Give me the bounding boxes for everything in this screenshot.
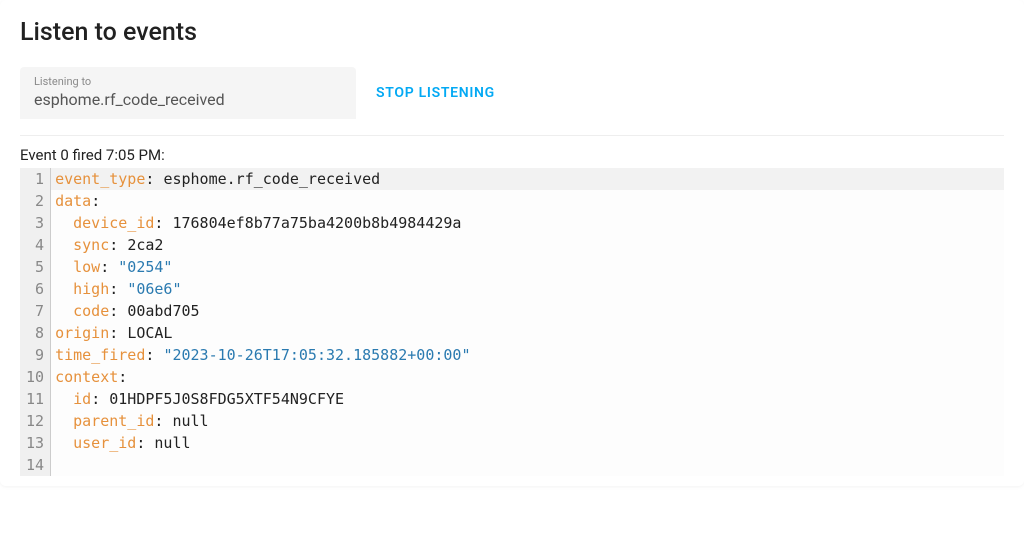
event-input[interactable] [34,90,342,109]
line-number: 14 [26,454,44,476]
page-title: Listen to events [20,18,1004,47]
code-line: device_id: 176804ef8b77a75ba4200b8b49844… [51,212,1004,234]
line-number: 2 [26,190,44,212]
code-line: low: "0254" [51,256,1004,278]
line-number: 9 [26,344,44,366]
line-number: 10 [26,366,44,388]
line-number: 8 [26,322,44,344]
event-input-wrap[interactable]: Listening to [20,67,356,119]
code-line: origin: LOCAL [51,322,1004,344]
events-card: Listen to events Listening to Stop Liste… [0,0,1024,486]
line-number: 3 [26,212,44,234]
line-number-gutter: 1234567891011121314 [20,168,51,476]
code-line: id: 01HDPF5J0S8FDG5XTF54N9CFYE [51,388,1004,410]
line-number: 11 [26,388,44,410]
line-number: 12 [26,410,44,432]
code-line: high: "06e6" [51,278,1004,300]
code-line: event_type: esphome.rf_code_received [51,168,1004,190]
line-number: 1 [26,168,44,190]
line-number: 7 [26,300,44,322]
code-line: data: [51,190,1004,212]
line-number: 6 [26,278,44,300]
event-input-label: Listening to [34,75,342,88]
code-line: context: [51,366,1004,388]
stop-listening-button[interactable]: Stop Listening [376,85,495,101]
event-code-block: 1234567891011121314 event_type: esphome.… [20,168,1004,476]
line-number: 5 [26,256,44,278]
code-line [51,454,1004,476]
code-body: event_type: esphome.rf_code_received dat… [51,168,1004,476]
code-line: parent_id: null [51,410,1004,432]
code-line: sync: 2ca2 [51,234,1004,256]
code-line: code: 00abd705 [51,300,1004,322]
controls-row: Listening to Stop Listening [20,67,1004,136]
code-line: user_id: null [51,432,1004,454]
line-number: 13 [26,432,44,454]
code-line: time_fired: "2023-10-26T17:05:32.185882+… [51,344,1004,366]
event-fired-header: Event 0 fired 7:05 PM: [20,146,1004,164]
line-number: 4 [26,234,44,256]
